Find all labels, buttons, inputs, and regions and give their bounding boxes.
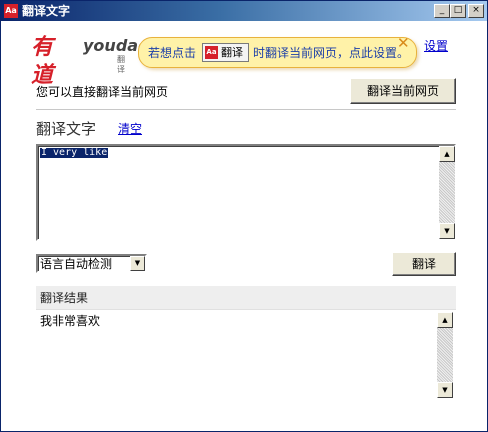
result-output[interactable]: 我非常喜欢 ▲ ▼ — [36, 310, 456, 402]
translate-button[interactable]: 翻译 — [392, 252, 456, 276]
tip-prefix: 若想点击 — [148, 46, 197, 60]
logo-sub: 翻译 — [117, 55, 125, 74]
result-header-label: 翻译结果 — [40, 291, 89, 305]
language-select[interactable]: 语言自动检测 ▼ — [36, 254, 147, 273]
minimize-button[interactable]: _ — [434, 4, 450, 18]
chevron-down-icon[interactable]: ▼ — [130, 256, 145, 271]
page-translate-description: 您可以直接翻译当前网页 — [36, 85, 169, 99]
translate-page-button[interactable]: 翻译当前网页 — [350, 78, 456, 104]
app-icon: Aa — [4, 4, 18, 18]
scroll-down-icon[interactable]: ▼ — [439, 223, 455, 239]
settings-link[interactable]: 设置 — [424, 39, 448, 53]
close-button[interactable]: × — [468, 4, 484, 18]
tip-close-icon[interactable]: ✕ — [397, 35, 410, 51]
logo-cn: 有道 — [31, 34, 54, 88]
maximize-button[interactable]: □ — [450, 4, 466, 18]
translate-window: Aa 翻译文字 _ □ × 有道 youdao 翻译 若想点击 Aa 翻译 时翻… — [0, 0, 488, 432]
result-text: 我非常喜欢 — [40, 314, 101, 328]
window-title: 翻译文字 — [22, 4, 71, 18]
divider — [36, 109, 456, 110]
title-bar[interactable]: Aa 翻译文字 _ □ × — [1, 1, 487, 21]
language-select-value: 语言自动检测 — [40, 257, 113, 271]
source-text-input[interactable]: I very like ▲ ▼ — [36, 144, 456, 241]
clear-link[interactable]: 清空 — [118, 122, 142, 136]
result-scrollbar[interactable]: ▲ ▼ — [437, 312, 453, 398]
tip-button-label: 翻译 — [221, 46, 243, 59]
scroll-up-icon[interactable]: ▲ — [437, 312, 453, 328]
source-text-value: I very like — [40, 147, 109, 158]
result-header: 翻译结果 — [36, 286, 456, 310]
tip-translate-button-preview: Aa 翻译 — [202, 43, 249, 62]
scroll-up-icon[interactable]: ▲ — [439, 146, 455, 162]
source-scrollbar[interactable]: ▲ ▼ — [439, 146, 455, 239]
section-title: 翻译文字 — [36, 120, 97, 138]
translate-icon: Aa — [205, 46, 218, 59]
tip-suffix: 时翻译当前网页，点此设置。 — [253, 46, 410, 60]
scroll-down-icon[interactable]: ▼ — [437, 382, 453, 398]
settings-tip-balloon[interactable]: 若想点击 Aa 翻译 时翻译当前网页，点此设置。 ✕ — [138, 35, 417, 68]
